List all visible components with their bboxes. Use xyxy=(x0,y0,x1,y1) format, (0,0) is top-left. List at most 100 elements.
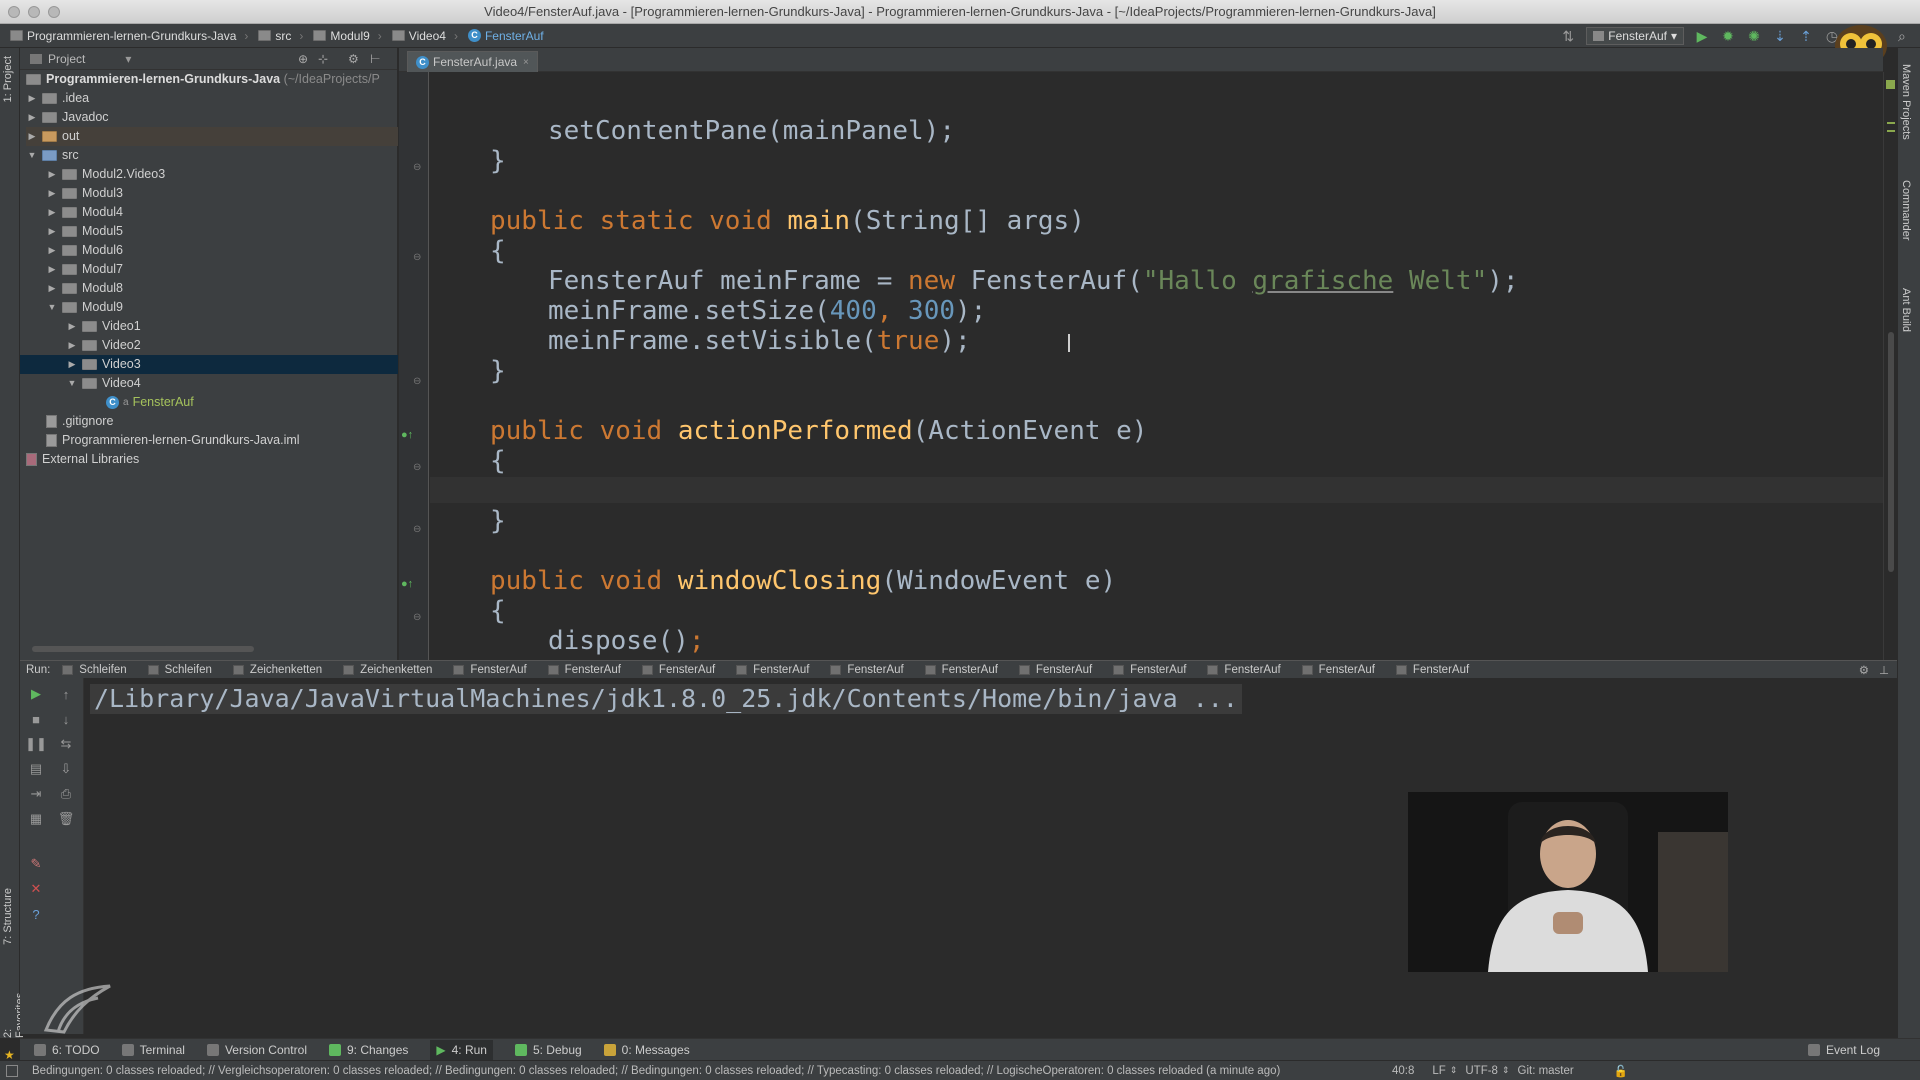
fold-icon[interactable]: ⊖ xyxy=(413,376,421,387)
messages-tool-button[interactable]: 0: Messages xyxy=(603,1043,690,1057)
expand-arrow-icon[interactable]: ▶ xyxy=(46,279,58,298)
run-icon[interactable]: ▶ xyxy=(1694,28,1710,44)
expand-arrow-icon[interactable]: ▶ xyxy=(46,165,58,184)
tree-item-javadoc[interactable]: ▶ Javadoc xyxy=(26,108,109,127)
hide-panel-icon[interactable]: ⊥ xyxy=(1879,663,1889,677)
breadcrumb-class[interactable]: C FensterAuf xyxy=(467,29,544,43)
tree-item-video1[interactable]: ▶ Video1 xyxy=(66,317,141,336)
expand-arrow-icon[interactable]: ▶ xyxy=(46,184,58,203)
down-icon[interactable]: ↓ xyxy=(58,711,74,727)
debug-tool-button[interactable]: 5: Debug xyxy=(514,1043,582,1057)
tree-item-modul6[interactable]: ▶ Modul6 xyxy=(46,241,123,260)
expand-arrow-icon[interactable]: ▶ xyxy=(46,222,58,241)
tree-item-video3[interactable]: ▶ Video3 xyxy=(20,355,398,374)
tree-item-gitignore[interactable]: .gitignore xyxy=(46,412,113,431)
zoom-window-button[interactable] xyxy=(48,6,60,18)
pin-icon[interactable]: ✎ xyxy=(28,856,44,872)
run-tab[interactable]: FensterAuf xyxy=(1395,664,1469,676)
run-tab[interactable]: Zeichenketten xyxy=(232,664,322,676)
tree-item-modul5[interactable]: ▶ Modul5 xyxy=(46,222,123,241)
line-separator[interactable]: LF xyxy=(1432,1065,1445,1077)
code-editor[interactable]: setContentPane(mainPanel); } public stat… xyxy=(430,72,1883,660)
file-encoding[interactable]: UTF-8 xyxy=(1465,1065,1498,1077)
project-tool-tab[interactable]: 1: Project xyxy=(2,56,14,102)
toggle-tool-windows-icon[interactable] xyxy=(6,1064,18,1077)
scroll-from-source-icon[interactable]: ⊕ xyxy=(298,52,308,66)
tree-item-modul8[interactable]: ▶ Modul8 xyxy=(46,279,123,298)
expand-arrow-icon[interactable]: ▶ xyxy=(46,203,58,222)
project-view-select[interactable]: Project xyxy=(48,52,85,66)
run-tab[interactable]: Zeichenketten xyxy=(343,664,432,676)
tree-item-src[interactable]: ▼ src xyxy=(26,146,79,165)
commander-tab[interactable]: Commander xyxy=(1900,180,1912,241)
tree-item-external-libraries[interactable]: External Libraries xyxy=(26,450,139,469)
tree-root[interactable]: Programmieren-lernen-Grundkurs-Java (~/I… xyxy=(26,70,380,89)
collapse-arrow-icon[interactable]: ▼ xyxy=(46,298,58,317)
hide-panel-icon[interactable]: ⊢ xyxy=(370,52,380,66)
fold-icon[interactable]: ⊖ xyxy=(413,612,421,623)
close-icon[interactable]: ✕ xyxy=(28,881,44,897)
implements-method-icon[interactable]: ●↑ xyxy=(401,578,413,590)
git-branch[interactable]: Git: master xyxy=(1518,1065,1574,1077)
tree-item-video4[interactable]: ▼ Video4 xyxy=(66,374,141,393)
tree-item-out[interactable]: ▶ out xyxy=(26,127,398,146)
up-icon[interactable]: ↑ xyxy=(58,686,74,702)
vcs-update-icon[interactable]: ⇣ xyxy=(1772,28,1788,44)
chevron-down-icon[interactable]: ▾ xyxy=(125,52,131,66)
breadcrumb-modul9[interactable]: Modul9 › xyxy=(313,29,382,43)
expand-arrow-icon[interactable]: ▶ xyxy=(46,241,58,260)
stop-icon[interactable]: ■ xyxy=(28,711,44,727)
run-tab[interactable]: Schleifen xyxy=(147,664,212,676)
search-icon[interactable]: ⌕ xyxy=(1898,28,1906,45)
run-tab[interactable]: FensterAuf xyxy=(1113,664,1186,676)
collapse-arrow-icon[interactable]: ▼ xyxy=(66,374,78,393)
breadcrumb-video4[interactable]: Video4 › xyxy=(391,29,458,43)
event-log-button[interactable]: Event Log xyxy=(1807,1043,1880,1057)
tree-item-modul4[interactable]: ▶ Modul4 xyxy=(46,203,123,222)
expand-arrow-icon[interactable]: ▶ xyxy=(26,89,38,108)
expand-arrow-icon[interactable]: ▶ xyxy=(46,260,58,279)
tree-item-modul9[interactable]: ▼ Modul9 xyxy=(46,298,123,317)
gear-icon[interactable]: ⚙ xyxy=(348,52,359,66)
collapse-all-icon[interactable]: ⊹ xyxy=(318,52,328,66)
minimize-window-button[interactable] xyxy=(28,6,40,18)
layout-icon[interactable]: ▦ xyxy=(28,811,44,827)
breadcrumb-src[interactable]: src › xyxy=(258,29,303,43)
collapse-arrow-icon[interactable]: ▼ xyxy=(26,146,38,165)
horizontal-scrollbar[interactable] xyxy=(32,646,254,652)
tree-item-iml[interactable]: Programmieren-lernen-Grundkurs-Java.iml xyxy=(46,431,300,450)
fold-icon[interactable]: ⊖ xyxy=(413,462,421,473)
run-tab[interactable]: FensterAuf xyxy=(1207,664,1281,676)
tree-item-video2[interactable]: ▶ Video2 xyxy=(66,336,141,355)
lock-icon[interactable]: 🔓 xyxy=(1614,1064,1628,1078)
maven-projects-tab[interactable]: Maven Projects xyxy=(1900,64,1912,140)
todo-tool-button[interactable]: 6: TODO xyxy=(34,1043,100,1057)
run-tab[interactable]: FensterAuf xyxy=(641,664,715,676)
pause-icon[interactable]: ❚❚ xyxy=(25,736,47,752)
tree-item-modul3[interactable]: ▶ Modul3 xyxy=(46,184,123,203)
expand-arrow-icon[interactable]: ▶ xyxy=(66,317,78,336)
tree-item-fensterauf[interactable]: Ca FensterAuf xyxy=(106,393,194,412)
tree-item-modul2-video3[interactable]: ▶ Modul2.Video3 xyxy=(46,165,166,184)
tree-item-modul7[interactable]: ▶ Modul7 xyxy=(46,260,123,279)
exit-icon[interactable]: ⇥ xyxy=(28,786,44,802)
editor-scrollbar[interactable] xyxy=(1883,72,1897,660)
implements-method-icon[interactable]: ●↑ xyxy=(401,429,413,441)
expand-arrow-icon[interactable]: ▶ xyxy=(26,108,38,127)
run-tab[interactable]: FensterAuf xyxy=(924,664,998,676)
changes-tool-button[interactable]: 9: Changes xyxy=(328,1043,408,1057)
rerun-icon[interactable]: ▶ xyxy=(28,686,44,702)
expand-arrow-icon[interactable]: ▶ xyxy=(66,355,78,374)
ant-build-tab[interactable]: Ant Build xyxy=(1900,288,1912,332)
caret-position[interactable]: 40:8 xyxy=(1392,1065,1414,1077)
run-tab[interactable]: FensterAuf xyxy=(1018,664,1092,676)
expand-arrow-icon[interactable]: ▶ xyxy=(26,127,38,146)
scrollbar-thumb[interactable] xyxy=(1888,332,1894,572)
run-tab[interactable]: FensterAuf xyxy=(453,664,527,676)
clear-all-icon[interactable]: 🗑 xyxy=(58,811,75,827)
structure-tool-tab[interactable]: 7: Structure xyxy=(2,888,14,945)
coverage-icon[interactable]: ✺ xyxy=(1746,28,1762,44)
help-icon[interactable]: ? xyxy=(28,906,44,922)
build-icon[interactable]: ⇅ xyxy=(1560,28,1576,44)
fold-icon[interactable]: ⊖ xyxy=(413,252,421,263)
